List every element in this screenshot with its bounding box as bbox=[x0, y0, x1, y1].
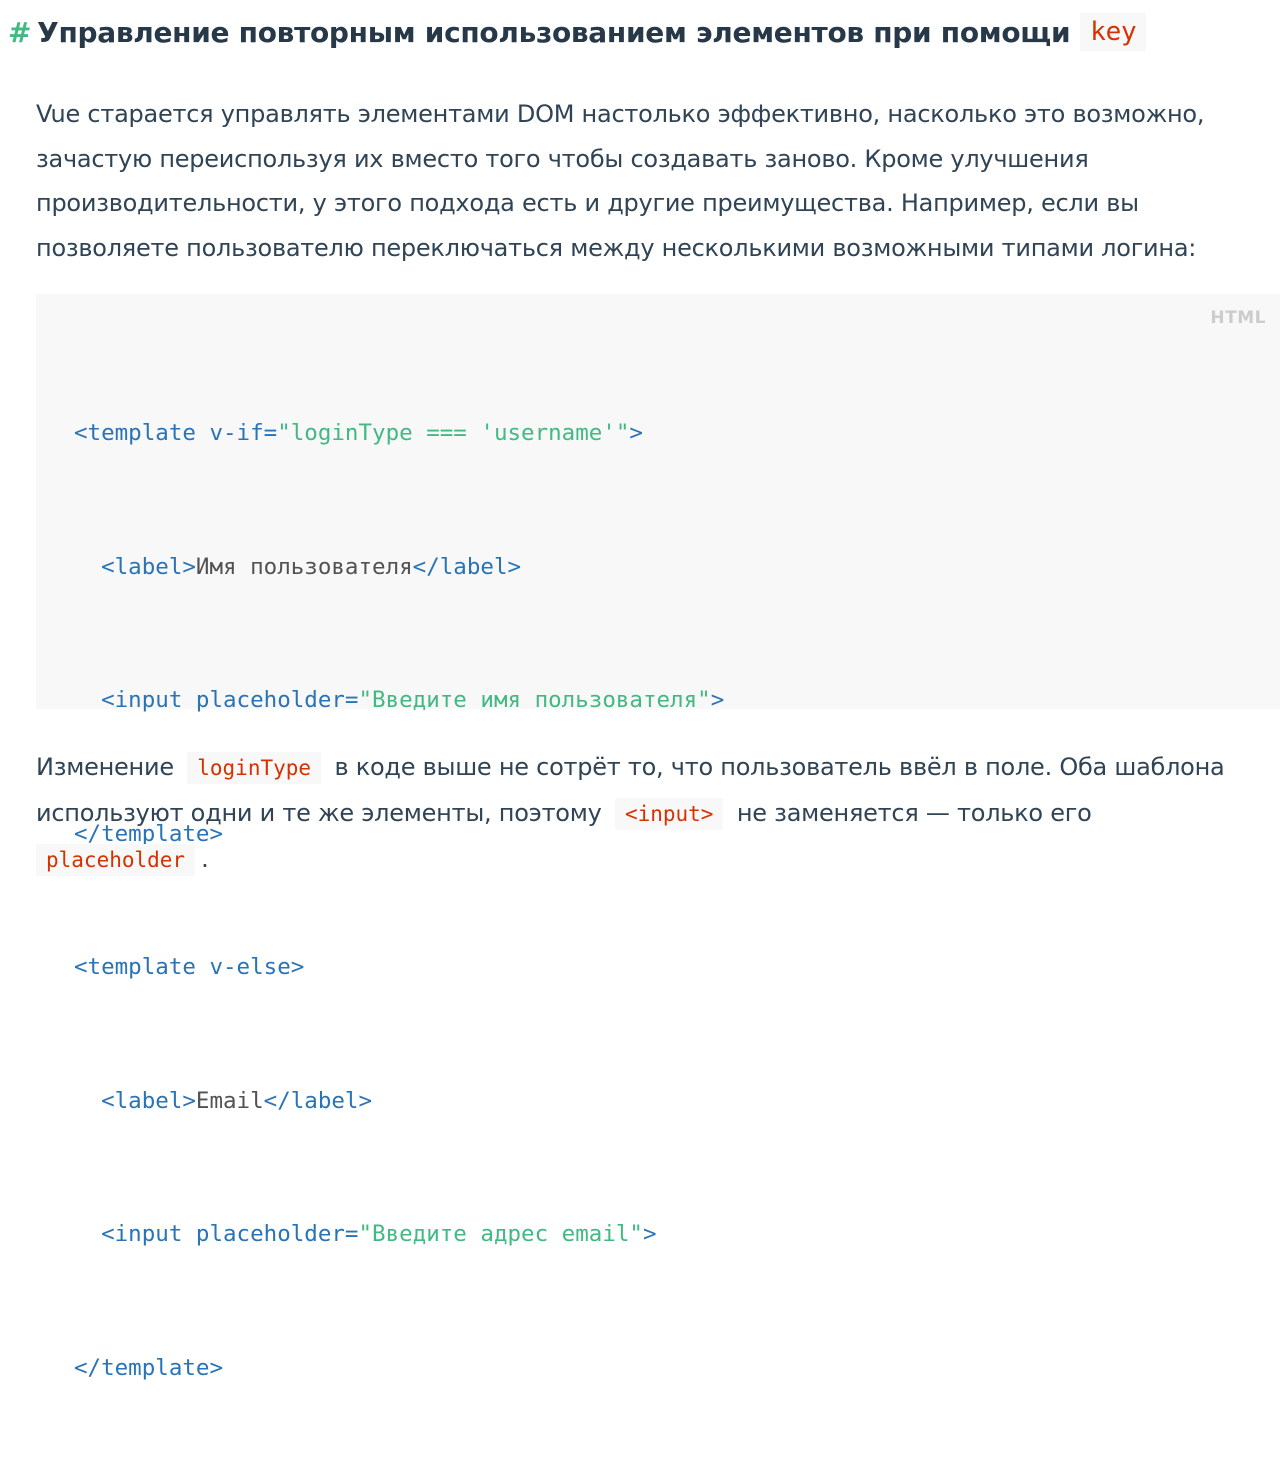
intro-paragraph: Vue старается управлять элементами DOM н… bbox=[36, 92, 1266, 270]
code-line: </template> bbox=[74, 1346, 724, 1391]
code-lines: <template v-if="loginType === 'username'… bbox=[74, 322, 724, 1479]
explanation-text: в коде выше не сотрёт то, что пользовате… bbox=[334, 753, 1225, 781]
code-tag: </template> bbox=[74, 1354, 224, 1381]
explanation-text: не заменяется — только его bbox=[736, 799, 1092, 827]
inline-code-logintype: loginType bbox=[187, 752, 322, 784]
explanation-line: используют одни и те же элементы, поэтом… bbox=[36, 790, 1276, 836]
inline-code-input: <input> bbox=[614, 798, 724, 830]
explanation-text: . bbox=[201, 845, 209, 873]
code-tag: <label> bbox=[101, 1087, 196, 1114]
code-line: <template v-else> bbox=[74, 945, 724, 990]
code-tag: > bbox=[629, 420, 643, 446]
inline-code-placeholder: placeholder bbox=[36, 844, 196, 876]
intro-line: Vue старается управлять элементами DOM н… bbox=[36, 100, 1205, 128]
code-line: <input placeholder="Введите адрес email"… bbox=[74, 1212, 724, 1257]
code-tag: > bbox=[710, 687, 725, 713]
code-tag: > bbox=[642, 1221, 657, 1247]
explanation-line: placeholder. bbox=[36, 836, 1276, 882]
intro-line: зачастую переиспользуя их вместо того чт… bbox=[36, 144, 1089, 173]
code-tag: <label> bbox=[101, 553, 196, 580]
code-text: Email bbox=[195, 1087, 264, 1114]
code-line: <template v-if="loginType === 'username'… bbox=[74, 411, 724, 456]
code-line: <label>Email</label> bbox=[74, 1079, 724, 1124]
explanation-paragraph: Изменение loginType в коде выше не сотрё… bbox=[36, 744, 1276, 882]
code-text: Имя пользователя bbox=[195, 553, 413, 580]
code-string: "loginType === 'username'" bbox=[277, 420, 630, 446]
heading-title: Управление повторным использованием элем… bbox=[37, 15, 1071, 49]
code-string: "Введите имя пользователя" bbox=[358, 687, 711, 713]
anchor-hash-link[interactable]: # bbox=[8, 16, 31, 49]
code-tag: <template v-else> bbox=[74, 954, 305, 980]
code-tag: </label> bbox=[263, 1087, 373, 1114]
code-tag: <template bbox=[74, 420, 210, 446]
explanation-text: Изменение bbox=[36, 753, 174, 781]
heading-inline-code: key bbox=[1080, 13, 1147, 51]
intro-line: позволяете пользователю переключаться ме… bbox=[36, 233, 1197, 262]
code-attr: v-if= bbox=[209, 420, 278, 446]
code-attr: placeholder= bbox=[195, 687, 359, 713]
code-string: "Введите адрес email" bbox=[358, 1221, 643, 1247]
code-language-label: HTML bbox=[1210, 308, 1266, 328]
section-heading: # Управление повторным использованием эл… bbox=[8, 8, 1147, 56]
intro-line: производительности, у этого подхода есть… bbox=[36, 189, 1139, 217]
code-tag: <input bbox=[101, 1221, 196, 1247]
code-tag: </label> bbox=[412, 553, 522, 580]
explanation-line: Изменение loginType в коде выше не сотрё… bbox=[36, 744, 1276, 790]
explanation-text: используют одни и те же элементы, поэтом… bbox=[36, 799, 602, 827]
code-line: <input placeholder="Введите имя пользова… bbox=[74, 678, 724, 723]
code-attr: placeholder= bbox=[195, 1221, 359, 1247]
code-block: HTML <template v-if="loginType === 'user… bbox=[36, 294, 1280, 1381]
code-line: <label>Имя пользователя</label> bbox=[74, 545, 724, 590]
code-tag: <input bbox=[101, 687, 196, 713]
